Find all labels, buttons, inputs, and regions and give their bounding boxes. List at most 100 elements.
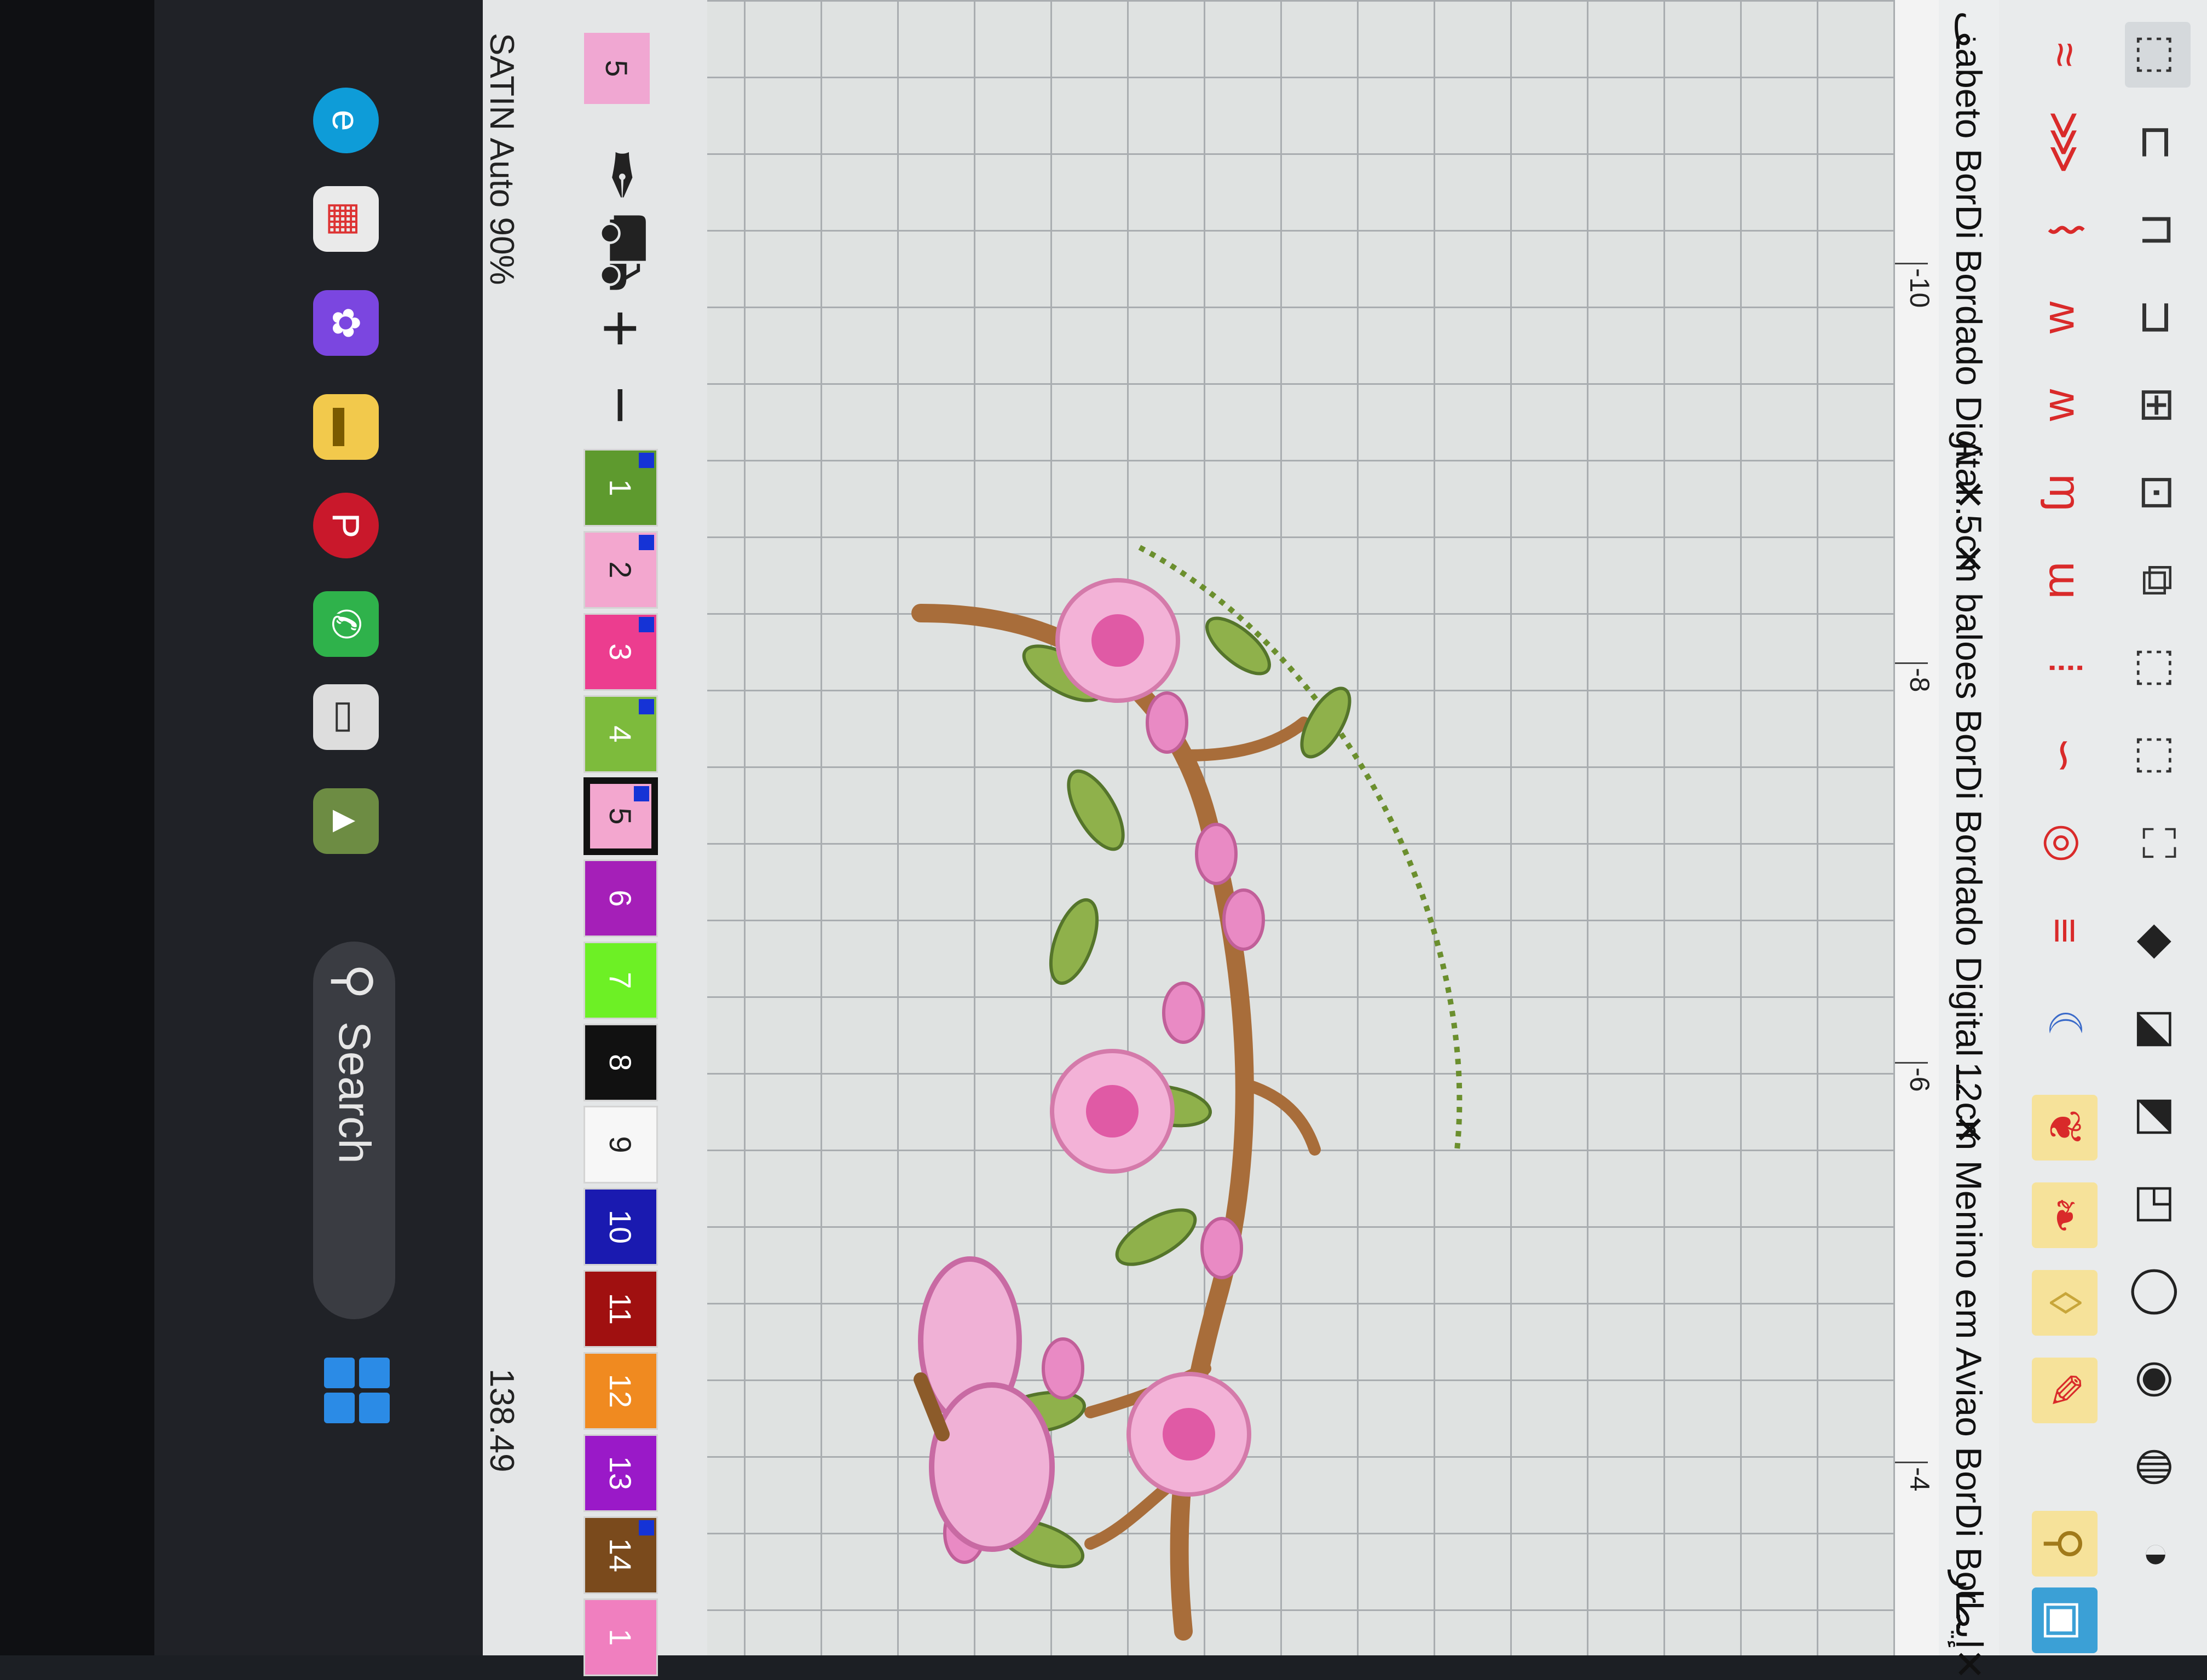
ruler-label: -4 (1904, 1467, 1935, 1492)
monitor-bezel (0, 0, 154, 1655)
color-swatch-9[interactable]: 9 (583, 1106, 658, 1183)
fish-icon[interactable]: ⚲ (2032, 1511, 2098, 1577)
leaf-fill-icon[interactable]: ❦ (2032, 1095, 2098, 1161)
bar-stitch-icon[interactable]: ≡ (2032, 898, 2098, 963)
store-icon[interactable]: ▦ (313, 186, 379, 252)
select-box-icon[interactable]: ⬚ (2125, 635, 2191, 701)
blossom (1126, 1372, 1251, 1497)
horizontal-ruler: -10 -8 -6 -4 (1894, 0, 1939, 1655)
swatch-number: 14 (603, 1538, 638, 1573)
swatch-number: 11 (603, 1292, 638, 1325)
picture-icon[interactable]: ▣ (2032, 1587, 2098, 1653)
close-icon[interactable]: ✕ (1946, 1648, 1991, 1680)
swatch-number: 6 (603, 890, 638, 907)
frame-icon[interactable]: ⬚ (2125, 723, 2191, 788)
ruler-label: -8 (1904, 668, 1935, 692)
bean-stitch-icon[interactable]: ɱ (2032, 460, 2098, 526)
chain-stitch-icon[interactable]: ∽ (2032, 723, 2098, 788)
color-swatch-10[interactable]: 10 (583, 1188, 658, 1266)
shape-combine-icon[interactable]: ◍ (2125, 1434, 2191, 1500)
edge-icon[interactable]: e (313, 88, 379, 153)
color-swatch-13[interactable]: 13 (583, 1434, 658, 1512)
blossom (1050, 1049, 1175, 1174)
color-swatch-14[interactable]: 14 (583, 1516, 658, 1594)
color-swatch-3[interactable]: 3 (583, 613, 658, 691)
color-swatch-15[interactable]: 1 (583, 1598, 658, 1676)
distribute-icon[interactable]: ⊞ (2125, 372, 2191, 438)
satin-stitch-icon[interactable]: ʍ (2032, 285, 2098, 350)
zigzag-stitch-icon[interactable]: ≈ (2032, 22, 2098, 88)
color-swatch-8[interactable]: 8 (583, 1024, 658, 1101)
color-swatch-2[interactable]: 2 (583, 531, 658, 609)
remove-color-button[interactable]: − (583, 372, 658, 438)
shape-square-icon[interactable]: ◰ (2125, 1171, 2191, 1237)
motif-stitch-icon[interactable]: ɯ (2032, 547, 2098, 613)
pinterest-icon[interactable]: P (313, 493, 379, 558)
bud (1042, 1337, 1084, 1400)
shape-circle-icon[interactable]: ◯ (2125, 1259, 2191, 1325)
close-icon[interactable]: ✕ (1946, 478, 1991, 511)
paint-bucket-icon[interactable]: ⛟ (583, 211, 662, 293)
arrange-icon[interactable]: ⧉ (2125, 547, 2191, 613)
group-icon[interactable]: ⊡ (2125, 460, 2191, 526)
cross-stitch-icon[interactable]: ⁞ (2032, 635, 2098, 701)
swatch-number: 2 (603, 561, 638, 579)
swatch-number: 1 (603, 1629, 638, 1646)
swatch-number: 1 (603, 479, 638, 497)
color-swatch-11[interactable]: 11 (583, 1270, 658, 1348)
folder-icon[interactable]: ▬ (313, 394, 379, 460)
align-right-icon[interactable]: ⊐ (2125, 285, 2191, 350)
color-swatch-12[interactable]: 12 (583, 1352, 658, 1430)
color-swatch-5[interactable]: 5 (583, 777, 658, 855)
circle-stitch-icon[interactable]: ◎ (2032, 810, 2098, 876)
leaf-shape-icon[interactable]: ◊ (2032, 1270, 2098, 1336)
shape-node-icon[interactable]: ◉ (2125, 1347, 2191, 1412)
arc-tool-icon[interactable]: ☾ (2032, 996, 2098, 1062)
ruler-label: -6 (1904, 1067, 1935, 1092)
files-icon[interactable]: ▭ (313, 684, 379, 750)
tab-5cm-baloes[interactable]: 5cm baloes BorDi Bordado Digital ... ✕ (1943, 515, 1995, 1146)
align-left-icon[interactable]: ⊏ (2125, 109, 2191, 175)
stitch-mode-status: SATIN Auto 90% (483, 33, 521, 285)
color-swatch-4[interactable]: 4 (583, 695, 658, 773)
shape-subtract-icon[interactable]: ◪ (2125, 996, 2191, 1062)
leaf-outline-icon[interactable]: ❧ (2032, 1182, 2098, 1248)
shape-union-icon[interactable]: ◆ (2125, 909, 2191, 974)
fill-stitch-icon[interactable]: ʍ (2032, 372, 2098, 438)
add-color-button[interactable]: + (583, 296, 658, 361)
shape-exclude-icon[interactable]: ◑ (2125, 1522, 2191, 1587)
swatch-number: 13 (603, 1456, 638, 1491)
blossom (1055, 578, 1180, 703)
stitch-run-icon[interactable]: ⋙ (2032, 109, 2098, 175)
color-palette: ✒ ⛟ + − 1 2 3 4 5 6 7 8 9 10 11 12 13 14 1 (527, 0, 662, 1676)
toolbar: ⬚ ≈ ⋙ ⌇ ʍ ʍ ɱ ɯ ⁞ ∽ ◎ ≡ ☾ ❦ ❧ ◊ ✎ ⚲ ▣ ⊏ … (1999, 0, 2207, 1655)
app-screen: ⬚ ≈ ⋙ ⌇ ʍ ʍ ɱ ɯ ⁞ ∽ ◎ ≡ ☾ ❦ ❧ ◊ ✎ ⚲ ▣ ⊏ … (0, 0, 2207, 1680)
color-swatch-7[interactable]: 7 (583, 942, 658, 1019)
feather-icon[interactable]: ✎ (2032, 1358, 2098, 1423)
swatch-number: 10 (603, 1209, 638, 1244)
swatch-number: 8 (603, 1054, 638, 1071)
wave-stitch-icon[interactable]: ⌇ (2032, 197, 2098, 263)
bud (1146, 691, 1188, 754)
used-color-marker (639, 699, 654, 714)
whatsapp-icon[interactable]: ✆ (313, 591, 379, 657)
select-tool-icon[interactable]: ⬚ (2125, 22, 2191, 88)
copilot-icon[interactable]: ✿ (313, 290, 379, 356)
ruler-tick (1895, 662, 1928, 664)
embroidery-design[interactable] (707, 0, 1895, 1655)
start-icon[interactable] (319, 1358, 390, 1429)
color-swatch-6[interactable]: 6 (583, 859, 658, 937)
shape-intersect-icon[interactable]: ◩ (2125, 1084, 2191, 1150)
color-swatch-1[interactable]: 1 (583, 449, 658, 527)
eyedropper-icon[interactable]: ✒ (583, 142, 658, 208)
resize-icon[interactable]: ⛶ (2125, 810, 2191, 876)
swatch-number: 4 (603, 725, 638, 743)
taskbar-search[interactable]: ⚲ Search (313, 942, 395, 1319)
design-canvas[interactable] (707, 0, 1895, 1655)
align-center-icon[interactable]: ⊓ (2125, 197, 2191, 263)
photo-icon[interactable]: ▲ (313, 788, 379, 854)
ruler-tick (1895, 1062, 1928, 1064)
tab-eitar[interactable]: إيطار (1943, 1571, 1995, 1649)
swatch-number: 12 (603, 1373, 638, 1408)
tab-a[interactable]: A ✕ (1943, 438, 1995, 511)
